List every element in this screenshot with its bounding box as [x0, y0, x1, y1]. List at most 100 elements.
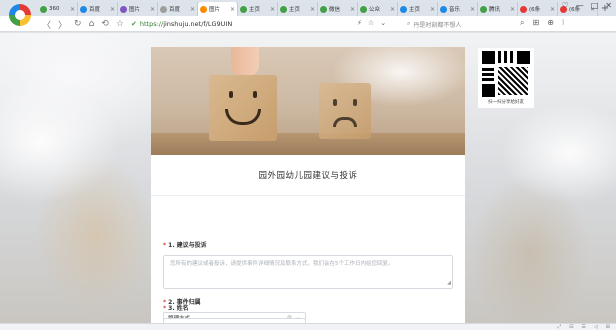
tab-label: 腾讯 [489, 7, 501, 13]
tab-list: 360 × 百度 × 图片 × 百度 × 图片 × 主页 × 主页 × 微信 × 公众 × 主页 × 音乐 × 腾讯 × (6条… [38, 2, 612, 16]
tab-favicon-icon [280, 5, 287, 13]
tab-close-icon[interactable]: × [430, 6, 435, 13]
search-box[interactable]: ⌕ 丹是时刻都不想人 [407, 19, 512, 29]
url-protocol: https:// [139, 20, 164, 28]
tab-favicon-icon [120, 5, 127, 13]
browser-toolbar: 〈 〉 ↻ ⌂ ⟲ ☆ ✔ https:// jinshuju.net/f/LG… [0, 16, 616, 32]
home-icon[interactable]: ⌂ [89, 19, 95, 29]
browser-tab[interactable]: 百度 × [158, 2, 198, 16]
forward-icon[interactable]: 〉 [58, 18, 67, 31]
tab-close-icon[interactable]: × [510, 6, 515, 13]
tab-label: 百度 [89, 7, 101, 13]
tab-label: 公众 [369, 7, 381, 13]
browser-tab[interactable]: 主页 × [398, 2, 438, 16]
nav-buttons: 〈 〉 ↻ ⌂ ⟲ ☆ [42, 16, 124, 32]
zoom-icon[interactable]: ⌕ [520, 18, 524, 28]
browser-tab[interactable]: (6条 × [518, 2, 558, 16]
sound-icon[interactable]: ◁ [594, 324, 598, 330]
favorite-icon[interactable]: ♡ [562, 1, 569, 10]
resize-handle-icon[interactable]: ◢ [447, 279, 451, 288]
restore-icon[interactable]: ⟲ [101, 19, 109, 29]
tab-close-icon[interactable]: × [190, 6, 195, 13]
browser-tab[interactable]: 主页 × [278, 2, 318, 16]
tab-close-icon[interactable]: × [270, 6, 275, 13]
tab-favicon-icon [240, 5, 247, 13]
tab-favicon-icon [440, 5, 447, 13]
field-name: * 3. 姓名 [163, 303, 306, 323]
browser-tab[interactable]: 腾讯 × [478, 2, 518, 16]
browser-tab[interactable]: 百度 × [78, 2, 118, 16]
tab-close-icon[interactable]: × [110, 6, 115, 13]
form-card: 园外园幼儿园建议与投诉 * 1. 建议与投诉 您所有的建议或者投诉，请提供事件详细… [151, 47, 465, 323]
tab-label: 主页 [249, 7, 261, 13]
list-icon[interactable]: ☰ [581, 324, 585, 330]
search-input[interactable]: 丹是时刻都不想人 [413, 20, 461, 29]
window-icon[interactable]: ⊟ [569, 324, 573, 330]
browser-tab[interactable]: 音乐 × [438, 2, 478, 16]
secure-shield-icon: ✔ [131, 20, 137, 28]
minimize-icon[interactable]: — [576, 1, 584, 10]
tab-close-icon[interactable]: × [230, 6, 235, 13]
reload-icon[interactable]: ↻ [74, 19, 82, 29]
chevron-down-icon[interactable]: ⌄ [380, 19, 386, 27]
tab-favicon-icon [160, 5, 167, 13]
status-bar: ⤢ ⊟ ☰ ◁ ⊞ [0, 323, 616, 330]
tab-favicon-icon [520, 5, 527, 13]
tab-label: 图片 [129, 7, 141, 13]
qr-caption: 扫一扫分享给好友 [488, 100, 524, 105]
bookmark-icon[interactable]: ☆ [116, 19, 124, 29]
fullscreen-icon[interactable]: ⤢ [557, 324, 561, 330]
browser-logo-icon[interactable] [9, 4, 31, 26]
browser-tab[interactable]: 图片 × [198, 2, 238, 16]
tab-label: (6条 [529, 7, 541, 13]
tab-label: 微信 [329, 7, 341, 13]
extensions-icon[interactable]: ⊕ [547, 18, 554, 28]
apps-grid-icon[interactable]: ⊞ [532, 18, 539, 28]
url-text: jinshuju.net/f/LG9UIN [163, 20, 233, 28]
browser-tab[interactable]: 360 × [38, 2, 78, 16]
tab-favicon-icon [40, 5, 47, 13]
tab-close-icon[interactable]: × [390, 6, 395, 13]
sad-face-cube [319, 83, 371, 139]
menu-icon[interactable]: ⁝ [562, 18, 565, 28]
required-mark: * [163, 305, 167, 312]
required-mark: * [163, 242, 167, 249]
tab-label: 360 [49, 6, 60, 12]
back-icon[interactable]: 〈 [42, 18, 51, 31]
tab-label: 图片 [209, 7, 221, 13]
suggestion-placeholder: 您所有的建议或者投诉，请提供事件详细情况及联系方式，我们会在5个工作日内给您回复… [170, 261, 394, 267]
browser-tab[interactable]: 公众 × [358, 2, 398, 16]
tab-close-icon[interactable]: × [310, 6, 315, 13]
page-viewport: 园外园幼儿园建议与投诉 * 1. 建议与投诉 您所有的建议或者投诉，请提供事件详细… [0, 33, 616, 323]
tab-close-icon[interactable]: × [550, 6, 555, 13]
window-controls: ♡ — □ ✕ [562, 1, 612, 10]
field-label-suggestion: 1. 建议与投诉 [168, 242, 207, 249]
tab-favicon-icon [200, 5, 207, 13]
tab-label: 主页 [289, 7, 301, 13]
tab-favicon-icon [400, 5, 407, 13]
tab-label: 百度 [169, 7, 181, 13]
close-icon[interactable]: ✕ [605, 1, 612, 10]
happy-face-cube [209, 75, 277, 141]
maximize-icon[interactable]: □ [591, 1, 599, 10]
tab-strip: 360 × 百度 × 图片 × 百度 × 图片 × 主页 × 主页 × 微信 × 公众 × 主页 × 音乐 × 腾讯 × (6条… [0, 0, 616, 26]
qr-code-panel: 扫一扫分享给好友 [478, 48, 534, 108]
field-label-name: 3. 姓名 [168, 305, 189, 312]
tab-label: 音乐 [449, 7, 461, 13]
browser-tab[interactable]: 主页 × [238, 2, 278, 16]
divider [151, 195, 465, 196]
status-icons: ⤢ ⊟ ☰ ◁ ⊞ [557, 324, 610, 330]
tab-close-icon[interactable]: × [350, 6, 355, 13]
address-bar[interactable]: ✔ https:// jinshuju.net/f/LG9UIN [131, 18, 391, 30]
lightning-icon[interactable]: ⚡ [357, 19, 362, 27]
star-icon[interactable]: ☆ [368, 19, 374, 27]
grid-icon[interactable]: ⊞ [606, 324, 610, 330]
tab-close-icon[interactable]: × [470, 6, 475, 13]
tab-close-icon[interactable]: × [150, 6, 155, 13]
browser-tab[interactable]: 图片 × [118, 2, 158, 16]
field-suggestion: * 1. 建议与投诉 您所有的建议或者投诉，请提供事件详细情况及联系方式，我们会在… [163, 240, 453, 289]
browser-tab[interactable]: 微信 × [318, 2, 358, 16]
suggestion-textarea[interactable]: 您所有的建议或者投诉，请提供事件详细情况及联系方式，我们会在5个工作日内给您回复… [163, 255, 453, 289]
tab-close-icon[interactable]: × [70, 6, 75, 13]
search-icon: ⌕ [407, 20, 411, 27]
